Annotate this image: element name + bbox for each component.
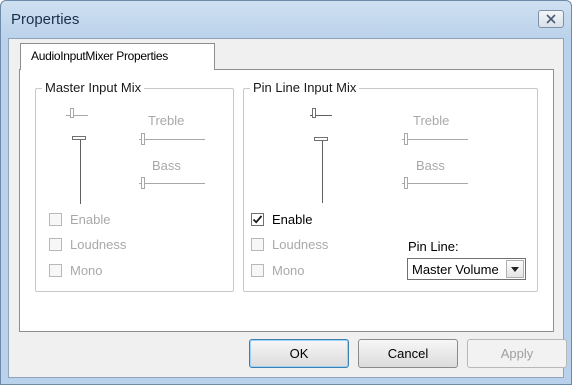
- pin-line-input-mix-label: Pin Line Input Mix: [250, 80, 360, 95]
- master-mono-label: Mono: [70, 262, 103, 278]
- pin-enable-checkbox[interactable]: Enable: [251, 211, 312, 227]
- master-treble-label: Treble: [148, 113, 185, 128]
- pin-treble-label: Treble: [413, 113, 450, 128]
- pin-loudness-label: Loudness: [272, 236, 329, 252]
- pin-balance-slider[interactable]: [310, 106, 332, 120]
- checkmark-icon: [252, 214, 263, 224]
- window-title: Properties: [11, 11, 80, 28]
- pin-treble-slider[interactable]: [402, 133, 468, 147]
- apply-button[interactable]: Apply: [467, 339, 567, 368]
- pin-loudness-box: [251, 237, 264, 251]
- master-volume-slider[interactable]: [72, 136, 92, 206]
- master-loudness-label: Loudness: [70, 236, 127, 252]
- pin-line-label: Pin Line:: [408, 239, 459, 254]
- master-balance-slider[interactable]: [66, 100, 88, 118]
- chevron-down-icon: [511, 266, 519, 272]
- pin-mono-label: Mono: [272, 262, 305, 278]
- master-loudness-box: [49, 237, 62, 251]
- cancel-button[interactable]: Cancel: [358, 339, 458, 368]
- pin-enable-box: [251, 212, 264, 226]
- master-enable-box: [49, 212, 62, 226]
- master-bass-slider[interactable]: [139, 177, 205, 191]
- master-mono-checkbox[interactable]: Mono: [49, 262, 103, 278]
- dropdown-button[interactable]: [506, 260, 524, 278]
- title-bar[interactable]: Properties: [1, 1, 571, 41]
- close-icon: [546, 14, 556, 24]
- pin-bass-label: Bass: [416, 158, 445, 173]
- master-bass-label: Bass: [152, 158, 181, 173]
- pin-bass-slider[interactable]: [402, 177, 468, 191]
- pin-line-selected-value: Master Volume: [412, 262, 499, 277]
- master-treble-slider[interactable]: [139, 133, 205, 147]
- pin-enable-label: Enable: [272, 211, 313, 227]
- pin-mono-checkbox[interactable]: Mono: [251, 262, 305, 278]
- master-loudness-checkbox[interactable]: Loudness: [49, 236, 126, 252]
- close-button[interactable]: [538, 10, 564, 28]
- master-enable-label: Enable: [70, 211, 111, 227]
- pin-mono-box: [251, 263, 264, 277]
- master-enable-checkbox[interactable]: Enable: [49, 211, 110, 227]
- ok-button[interactable]: OK: [249, 339, 349, 368]
- pin-loudness-checkbox[interactable]: Loudness: [251, 236, 328, 252]
- master-mono-box: [49, 263, 62, 277]
- tab-audioinputmixer-properties[interactable]: AudioInputMixer Properties: [20, 43, 215, 70]
- pin-line-dropdown[interactable]: Master Volume: [407, 258, 526, 280]
- pin-volume-slider[interactable]: [314, 137, 334, 204]
- master-input-mix-label: Master Input Mix: [42, 80, 145, 95]
